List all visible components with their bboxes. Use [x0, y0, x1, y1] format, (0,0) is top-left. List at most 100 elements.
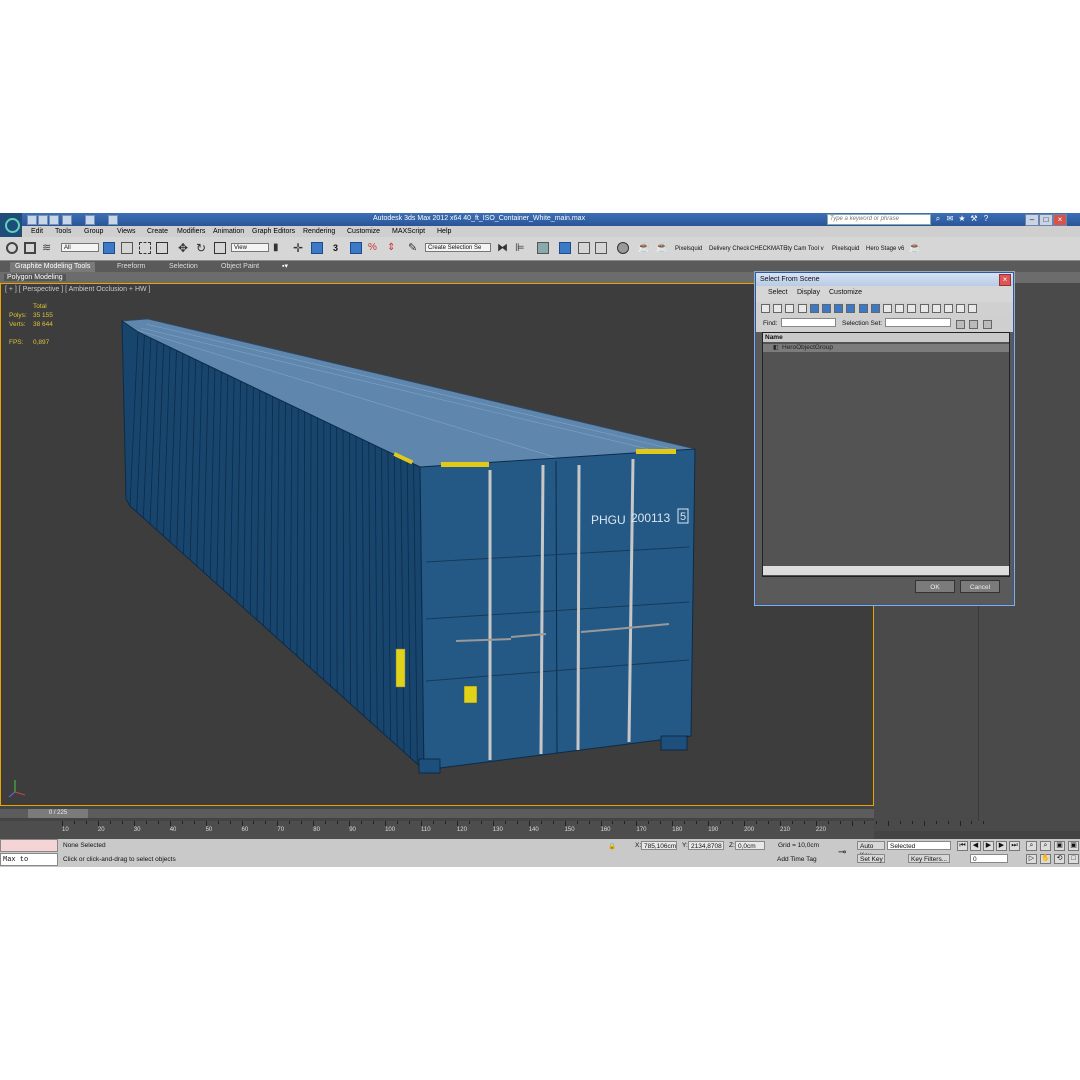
- plugin-cam-tool[interactable]: ity Cam Tool v: [786, 246, 824, 252]
- plugin-delivery-check[interactable]: Delivery Check: [709, 246, 749, 252]
- display-lights-icon[interactable]: [785, 304, 795, 313]
- time-slider[interactable]: 0 / 225: [0, 809, 874, 818]
- maxscript-listener-top[interactable]: [0, 839, 58, 852]
- timeline-ruler[interactable]: 10 20 30 40 50 60 70 80 90 100 110 120 130 140 150 160 1…: [0, 821, 985, 839]
- selection-filter-dropdown[interactable]: All: [61, 243, 99, 252]
- network-icon[interactable]: ⚒: [970, 215, 978, 223]
- app-logo-icon[interactable]: [0, 213, 22, 237]
- select-and-manipulate-icon[interactable]: ✛: [293, 242, 305, 254]
- bind-space-warp-icon[interactable]: ≋: [42, 242, 54, 254]
- display-bones-icon[interactable]: [858, 304, 868, 313]
- polygon-modeling-panel[interactable]: Polygon Modeling: [4, 274, 66, 281]
- favorites-icon[interactable]: ★: [958, 215, 966, 223]
- display-shapes-icon[interactable]: [773, 304, 783, 313]
- plugin-pixelsquid-2[interactable]: Pixelsquid: [832, 246, 859, 252]
- menu-maxscript[interactable]: MAXScript: [392, 228, 425, 235]
- dialog-title[interactable]: Select From Scene: [756, 273, 1013, 286]
- maximize-button[interactable]: □: [1039, 214, 1053, 226]
- plugin-pixelsquid[interactable]: Pixelsquid: [675, 246, 702, 252]
- ribbon-options-icon[interactable]: ▪▾: [282, 262, 288, 272]
- tab-graphite-modeling-tools[interactable]: Graphite Modeling Tools: [10, 262, 96, 272]
- save-selection-set-icon[interactable]: [956, 320, 965, 329]
- display-children-icon[interactable]: [907, 304, 917, 313]
- collapse-all-icon[interactable]: [956, 304, 966, 313]
- help-icon[interactable]: ?: [982, 215, 990, 223]
- curve-editor-icon[interactable]: [578, 242, 590, 254]
- next-frame-icon[interactable]: ▶: [996, 841, 1007, 851]
- snaps-toggle-icon[interactable]: 3: [333, 242, 345, 254]
- viewport-label[interactable]: [ + ] [ Perspective ] [ Ambient Occlusio…: [5, 286, 151, 293]
- dialog-menu-display[interactable]: Display: [797, 289, 820, 296]
- rect-selection-icon[interactable]: [139, 242, 151, 254]
- ok-button[interactable]: OK: [915, 580, 955, 593]
- menu-animation[interactable]: Animation: [213, 228, 244, 235]
- horizontal-scrollbar[interactable]: [763, 566, 1009, 575]
- select-by-name-icon[interactable]: [121, 242, 133, 254]
- window-crossing-icon[interactable]: [156, 242, 168, 254]
- align-icon[interactable]: ⊫: [515, 242, 527, 254]
- key-icon[interactable]: ⊸: [838, 847, 846, 858]
- menu-edit[interactable]: Edit: [31, 228, 43, 235]
- pan-icon[interactable]: ✋: [1040, 854, 1051, 864]
- spinner-snap-icon[interactable]: ⇕: [387, 242, 399, 254]
- list-item[interactable]: ◧ HeroObjectGroup: [763, 344, 1009, 352]
- render-setup-icon[interactable]: ☕: [637, 242, 651, 254]
- time-slider-thumb[interactable]: 0 / 225: [28, 809, 88, 818]
- mirror-icon[interactable]: ⧓: [497, 242, 509, 254]
- display-influences-icon[interactable]: [919, 304, 929, 313]
- binoculars-icon[interactable]: ⌕: [934, 215, 942, 223]
- reference-coord-dropdown[interactable]: View: [231, 243, 269, 252]
- unlink-icon[interactable]: [24, 242, 36, 254]
- schematic-view-icon[interactable]: [595, 242, 607, 254]
- go-to-end-icon[interactable]: ⏭: [1009, 841, 1020, 851]
- menu-tools[interactable]: Tools: [55, 228, 71, 235]
- select-object-icon[interactable]: [103, 242, 115, 254]
- menu-customize[interactable]: Customize: [347, 228, 380, 235]
- zoom-all-icon[interactable]: ⌕: [1040, 841, 1051, 851]
- display-groups-icon[interactable]: [834, 304, 844, 313]
- menu-graph-editors[interactable]: Graph Editors: [252, 228, 295, 235]
- display-column-icon[interactable]: [944, 304, 953, 313]
- minimize-button[interactable]: –: [1025, 214, 1039, 226]
- menu-views[interactable]: Views: [117, 228, 136, 235]
- display-all-icon[interactable]: [870, 304, 880, 313]
- find-input[interactable]: [781, 318, 836, 327]
- named-selection-dropdown[interactable]: Create Selection Se: [425, 243, 491, 252]
- menu-rendering[interactable]: Rendering: [303, 228, 335, 235]
- move-icon[interactable]: ✥: [178, 242, 190, 254]
- render-icon[interactable]: ☕: [655, 242, 669, 254]
- lock-icon[interactable]: 🔒: [608, 842, 616, 850]
- display-spacewarps-icon[interactable]: [822, 304, 831, 313]
- plugin-hero-stage[interactable]: Hero Stage v6: [866, 246, 904, 252]
- tab-selection[interactable]: Selection: [169, 262, 198, 272]
- open-file-icon[interactable]: [38, 215, 48, 225]
- pivot-center-icon[interactable]: ▮: [273, 242, 285, 254]
- keyboard-shortcut-override-icon[interactable]: [311, 242, 323, 254]
- menu-group[interactable]: Group: [84, 228, 103, 235]
- set-key-button[interactable]: Set Key: [857, 854, 885, 863]
- save-file-icon[interactable]: [49, 215, 59, 225]
- edit-named-selection-icon[interactable]: ✎: [408, 242, 420, 254]
- search-input[interactable]: Type a keyword or phrase: [827, 214, 931, 225]
- dialog-close-button[interactable]: ×: [999, 274, 1011, 286]
- layer-manager-icon[interactable]: [537, 242, 549, 254]
- orbit-icon[interactable]: ⟲: [1054, 854, 1065, 864]
- redo-icon[interactable]: [85, 215, 95, 225]
- key-filters-button[interactable]: Key Filters...: [908, 854, 950, 863]
- display-xrefs-icon[interactable]: [846, 304, 856, 313]
- display-helpers-icon[interactable]: [809, 304, 819, 313]
- maxscript-mini-listener[interactable]: Max to Physcr: [0, 853, 58, 866]
- rotate-icon[interactable]: ↻: [196, 242, 208, 254]
- display-dependents-icon[interactable]: [931, 304, 941, 313]
- dialog-menu-select[interactable]: Select: [768, 289, 787, 296]
- key-mode-dropdown[interactable]: Selected: [887, 841, 951, 850]
- menu-modifiers[interactable]: Modifiers: [177, 228, 205, 235]
- zoom-extents-all-icon[interactable]: ▣: [1068, 841, 1079, 851]
- display-cameras-icon[interactable]: [797, 304, 807, 313]
- remove-from-set-icon[interactable]: [983, 320, 992, 329]
- select-from-scene-dialog[interactable]: Select From Scene × Select Display Custo…: [755, 272, 1014, 605]
- selection-set-dropdown[interactable]: [885, 318, 951, 327]
- percent-snap-icon[interactable]: %: [368, 242, 380, 254]
- play-icon[interactable]: ▶: [983, 841, 994, 851]
- display-geometry-icon[interactable]: [761, 304, 770, 313]
